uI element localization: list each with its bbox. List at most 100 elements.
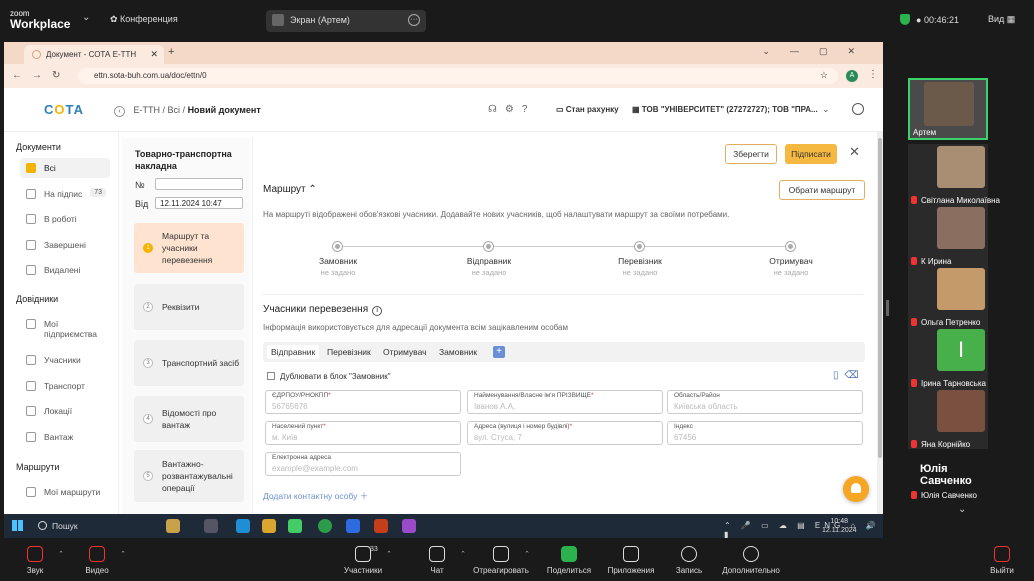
save-button[interactable]: Зберегти [725, 144, 777, 164]
route-point-carrier[interactable] [635, 242, 644, 251]
name-field[interactable]: Найменування/Власне ім'я ПРІЗВИЩЕ* Іванов… [467, 390, 663, 414]
powerpoint-icon[interactable] [374, 519, 388, 533]
tab-receiver[interactable]: Отримувач [379, 345, 431, 359]
sidebar-item-my-routes[interactable]: Мої маршрути [20, 482, 110, 502]
taskbar-search[interactable]: Пошук [34, 518, 154, 534]
edge-icon[interactable] [236, 519, 250, 533]
participant-tile[interactable]: Яна Корнійко [908, 388, 988, 450]
react-button[interactable]: Отреагировать ⌃ [466, 546, 536, 575]
view-button[interactable]: Вид ▦ [988, 14, 1015, 25]
document-date-input[interactable]: 12.11.2024 10:47 [155, 197, 243, 209]
files-app-icon[interactable] [166, 519, 180, 533]
sidebar-item-participants[interactable]: Учасники [20, 350, 110, 370]
organization-selector[interactable]: ▦ ТОВ "УНІВЕРСИТЕТ" (27272727); ТОВ "ПРА… [632, 105, 818, 114]
document-number-input[interactable] [155, 178, 243, 190]
headset-icon[interactable]: ☊ [488, 104, 505, 115]
step-vehicle[interactable]: 3 Транспортний засіб [134, 340, 244, 386]
breadcrumb-ettn[interactable]: Е-ТТН [134, 105, 161, 115]
screen-share-indicator[interactable]: Экран (Артем) ··· [266, 10, 426, 32]
notification-bell-icon[interactable] [843, 476, 869, 502]
book-icon[interactable]: ▯ [833, 370, 845, 381]
tab-carrier[interactable]: Перевізник [323, 345, 375, 359]
sidebar-item-in-progress[interactable]: В роботі [20, 209, 110, 229]
participants-button[interactable]: 33 Участники ⌃ [328, 546, 398, 575]
participant-tile[interactable]: Світлана Миколаївна [908, 144, 1000, 206]
breadcrumb-all[interactable]: Всі [168, 105, 181, 115]
browser-tab[interactable]: Документ - СОТА Е-ТТН ✕ [24, 45, 164, 64]
help-icon[interactable]: ? [522, 104, 536, 115]
sidebar-item-locations[interactable]: Локації [20, 401, 110, 421]
add-participant-button[interactable]: + [493, 346, 505, 358]
account-avatar[interactable]: A [846, 70, 858, 82]
choose-route-button[interactable]: Обрати маршрут [779, 180, 865, 200]
email-field[interactable]: Електронна адреса example@example.com [265, 452, 461, 476]
video-button[interactable]: Видео ⌃ [62, 546, 132, 575]
step-cargo-info[interactable]: 4 Відомості про вантаж [134, 396, 244, 442]
step-route-participants[interactable]: 1 Маршрут та учасники перевезення [134, 223, 244, 273]
record-button[interactable]: Запись [654, 546, 724, 575]
close-tab-icon[interactable]: ✕ [150, 49, 158, 60]
account-balance-link[interactable]: ▭ Стан рахунку [556, 105, 619, 114]
participant-tile[interactable]: К Ирина [908, 205, 988, 267]
region-field[interactable]: Область/Район Київська область [667, 390, 863, 414]
chat-button[interactable]: Чат ⌃ [402, 546, 472, 575]
participant-tile[interactable]: Ольга Петренко [908, 266, 988, 328]
zoom-app-icon[interactable] [346, 519, 360, 533]
chevron-up-icon[interactable]: ⌃ [120, 550, 126, 558]
route-section-title[interactable]: Маршрут ⌃ [263, 184, 317, 195]
sidebar-item-deleted[interactable]: Видалені [20, 260, 110, 280]
chevron-up-icon[interactable]: ⌃ [524, 550, 530, 558]
add-contact-link[interactable]: Додати контактну особу ＋ [263, 490, 368, 502]
explorer-icon[interactable] [262, 519, 276, 533]
chevron-down-icon[interactable]: ⌄ [82, 12, 90, 23]
close-icon[interactable]: ✕ [849, 144, 860, 160]
chrome-icon[interactable] [318, 519, 332, 533]
info-icon[interactable]: i [372, 306, 383, 316]
duplicate-checkbox[interactable]: Дублювати в блок "Замовник" [267, 372, 391, 381]
route-point-receiver[interactable] [786, 242, 795, 251]
taskbar-clock[interactable]: 10:48 12.11.2024 [822, 517, 857, 535]
route-point-customer[interactable] [333, 242, 342, 251]
eraser-icon[interactable]: ⌫ [845, 370, 865, 381]
sidebar-item-all[interactable]: Всі [20, 158, 110, 178]
page-scrollbar[interactable] [877, 132, 883, 514]
audio-button[interactable]: Звук ⌃ [0, 546, 70, 575]
back-icon[interactable]: ‹ [114, 106, 125, 117]
chevron-up-icon[interactable]: ⌃ [386, 550, 392, 558]
share-button[interactable]: Поделиться [534, 546, 604, 575]
browser-menu-icon[interactable]: ⋮ [868, 69, 878, 80]
windows-start-icon[interactable] [12, 520, 23, 531]
address-field[interactable]: Адреса (вулиця і номер будівлі)* вул. Сту… [467, 421, 663, 445]
form-tools[interactable]: ▯⌫ [833, 370, 865, 381]
participant-tile[interactable]: I Ірина Тарновська [908, 327, 988, 389]
tab-sender[interactable]: Відправник [267, 345, 320, 359]
sidebar-item-transport[interactable]: Транспорт [20, 376, 110, 396]
city-field[interactable]: Населений пункт* м. Київ [265, 421, 461, 445]
sidebar-item-my-companies[interactable]: Мої підприємства [20, 314, 110, 342]
header-icons[interactable]: ☊⚙? [488, 104, 535, 115]
viber-icon[interactable] [402, 519, 416, 533]
new-tab-button[interactable]: + [168, 46, 174, 58]
participant-tile[interactable]: Артем [908, 78, 988, 140]
index-field[interactable]: Індекс 67456 [667, 421, 863, 445]
sign-button[interactable]: Підписати [785, 144, 837, 164]
step-requisites[interactable]: 2 Реквізити [134, 284, 244, 330]
sidebar-item-completed[interactable]: Завершені [20, 235, 110, 255]
conference-menu[interactable]: ✿ Конференция [110, 14, 178, 25]
user-icon[interactable] [852, 103, 864, 115]
taskview-icon[interactable] [204, 519, 218, 533]
more-button[interactable]: Дополнительно [716, 546, 786, 575]
browser-nav-buttons[interactable]: ←→↻ [12, 70, 70, 81]
gear-icon[interactable]: ⚙ [505, 104, 522, 115]
system-tray[interactable]: ⌃ 🎤 ▭ ☁ ▤ ENG ⌂ 🔊 ▮ [724, 521, 883, 539]
chevron-down-icon[interactable]: ⌄ [822, 104, 830, 115]
tab-customer[interactable]: Замовник [435, 345, 481, 359]
sota-logo[interactable]: СОТА [44, 102, 84, 117]
edrpou-field[interactable]: ЄДРПОУ/РНОКПП* 56765676 [265, 390, 461, 414]
url-input[interactable]: ettn.sota-buh.com.ua/doc/ettn/0 ☆ [78, 68, 838, 84]
participant-tile[interactable]: Юлія Савченко Юлія Савченко [908, 449, 988, 501]
exit-button[interactable]: Выйти [982, 546, 1022, 575]
bookmark-star-icon[interactable]: ☆ [820, 70, 828, 81]
store-icon[interactable] [288, 519, 302, 533]
more-icon[interactable]: ··· [408, 14, 420, 26]
